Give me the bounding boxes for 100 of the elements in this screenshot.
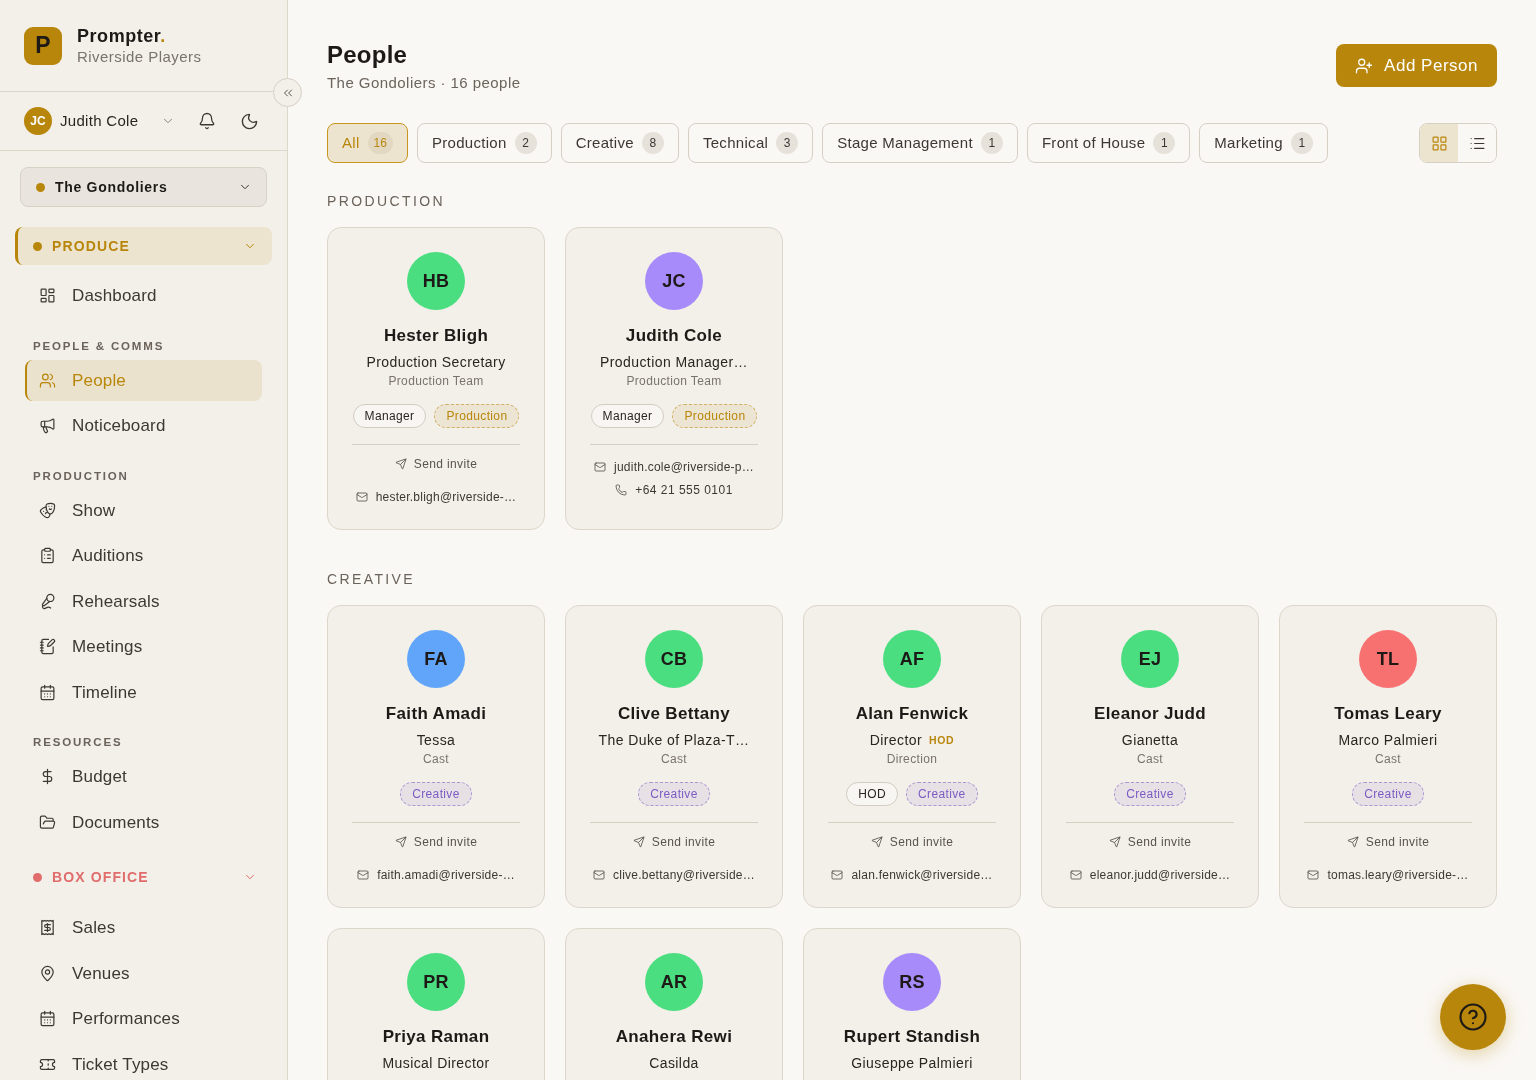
department-label: Cast — [1374, 751, 1402, 767]
nav-section-label: PRODUCTION — [32, 468, 130, 484]
person-role: Casilda — [649, 1054, 699, 1072]
nav-item[interactable]: Venues — [25, 952, 262, 994]
person-name: Anahera Rewi — [615, 1026, 733, 1048]
person-card[interactable]: EJ Eleanor Judd Gianetta Cast Creative Send invite eleanor.judd@riverside… — [1041, 605, 1259, 908]
send-invite-button[interactable]: Send invite — [394, 832, 478, 852]
help-button[interactable] — [1440, 984, 1506, 1050]
grid-icon — [1430, 134, 1448, 152]
person-card[interactable]: AR Anahera Rewi Casilda — [565, 928, 783, 1080]
nav-item[interactable]: Auditions — [25, 535, 262, 577]
nav-item[interactable]: Show — [25, 489, 262, 531]
person-name: Hester Bligh — [383, 325, 489, 347]
filter-tab[interactable]: Production 2 — [416, 123, 552, 163]
department-tag: Creative — [906, 782, 978, 806]
department-tag: Creative — [400, 782, 472, 806]
person-card[interactable]: TL Tomas Leary Marco Palmieri Cast Creative Send invite tomas.leary@riverside-… — [1279, 605, 1497, 908]
bell-icon — [197, 112, 216, 130]
show-selector[interactable]: The Gondoliers — [20, 167, 267, 207]
user-menu[interactable]: JC Judith Cole — [24, 107, 180, 135]
users-icon — [39, 371, 56, 389]
role-tag: HOD — [846, 782, 899, 806]
department-label: Production Team — [626, 373, 722, 389]
person-role: Giuseppe Palmieri — [851, 1054, 973, 1072]
person-card[interactable]: JC Judith Cole Production Manager… Production Team Manager Production judith.cole@riverside-p… +64 21 555 0101 — [565, 227, 783, 530]
avatar: EJ — [1121, 630, 1179, 688]
clipboard-icon — [39, 547, 56, 565]
calendar-icon — [39, 683, 56, 701]
department-label: Production Team — [388, 373, 484, 389]
person-name: Tomas Leary — [1334, 703, 1442, 725]
send-invite-button[interactable]: Send invite — [394, 454, 478, 474]
email-address: tomas.leary@riverside-… — [1327, 867, 1469, 883]
hod-label: HOD — [929, 733, 955, 747]
notebook-pen-icon — [39, 638, 56, 656]
avatar: HB — [407, 252, 465, 310]
filter-tab[interactable]: Stage Management 1 — [822, 123, 1018, 163]
person-role: The Duke of Plaza-T… — [598, 731, 750, 749]
paper-plane-icon — [870, 836, 883, 848]
phone-number: +64 21 555 0101 — [635, 482, 733, 498]
nav-item[interactable]: Rehearsals — [25, 580, 262, 622]
department-tag: Production — [434, 404, 520, 428]
nav-item[interactable]: Sales — [25, 907, 262, 949]
person-role: Musical Director — [382, 1054, 490, 1072]
paper-plane-icon — [394, 458, 407, 470]
email-address: eleanor.judd@riverside… — [1089, 867, 1231, 883]
brand-name: Prompter. — [77, 24, 167, 47]
person-name: Alan Fenwick — [855, 703, 969, 725]
filter-tab[interactable]: Marketing 1 — [1199, 123, 1328, 163]
nav-item[interactable]: Budget — [25, 756, 262, 798]
moon-icon — [239, 111, 259, 131]
department-tag: Creative — [638, 782, 710, 806]
logo: P — [24, 26, 62, 65]
filter-tab[interactable]: Technical 3 — [687, 123, 814, 163]
person-name: Eleanor Judd — [1094, 703, 1206, 725]
person-name: Priya Raman — [382, 1026, 490, 1048]
filter-tab[interactable]: Creative 8 — [560, 123, 679, 163]
megaphone-icon — [39, 417, 56, 435]
count-badge: 1 — [980, 132, 1003, 154]
paper-plane-icon — [632, 836, 645, 848]
person-name: Rupert Standish — [843, 1026, 981, 1048]
department-tag: Creative — [1114, 782, 1186, 806]
envelope-icon — [593, 869, 605, 881]
person-card[interactable]: HB Hester Bligh Production Secretary Production Team Manager Production Send invite hester.bligh@riverside-… — [327, 227, 545, 530]
department-label: Cast — [422, 751, 450, 767]
person-card[interactable]: PR Priya Raman Musical Director — [327, 928, 545, 1080]
send-invite-button[interactable]: Send invite — [870, 832, 954, 852]
person-card[interactable]: RS Rupert Standish Giuseppe Palmieri — [803, 928, 1021, 1080]
person-card[interactable]: FA Faith Amadi Tessa Cast Creative Send invite faith.amadi@riverside-… — [327, 605, 545, 908]
person-name: Clive Bettany — [617, 703, 731, 725]
envelope-icon — [831, 869, 844, 881]
department-tag: Creative — [1352, 782, 1424, 806]
send-invite-button[interactable]: Send invite — [632, 832, 716, 852]
nav-item[interactable]: Ticket Types — [25, 1043, 262, 1080]
send-invite-button[interactable]: Send invite — [1346, 832, 1430, 852]
filter-tab[interactable]: Front of House 1 — [1026, 123, 1191, 163]
envelope-icon — [594, 461, 606, 473]
count-badge: 3 — [776, 132, 799, 154]
avatar: RS — [883, 953, 941, 1011]
role-tag: Manager — [590, 404, 665, 428]
nav-item[interactable]: Dashboard — [25, 275, 262, 317]
person-card[interactable]: AF Alan Fenwick Director HOD Direction HOD Creative Send invite alan.fenwick@riverside… — [803, 605, 1021, 908]
nav-item[interactable]: Noticeboard — [25, 405, 262, 447]
help-icon — [1458, 1002, 1488, 1032]
nav-item[interactable]: Meetings — [25, 626, 262, 668]
department-label: Direction — [886, 751, 938, 767]
nav-section-label: PEOPLE & COMMS — [32, 338, 166, 354]
department-tag: Production — [672, 404, 758, 428]
nav-item[interactable]: Timeline — [25, 671, 262, 713]
send-invite-button[interactable]: Send invite — [1108, 832, 1192, 852]
nav-item[interactable]: Performances — [25, 998, 262, 1040]
count-badge: 16 — [367, 132, 393, 154]
email-address: alan.fenwick@riverside… — [851, 867, 993, 883]
email-address: clive.bettany@riverside… — [613, 867, 755, 883]
nav-item[interactable]: Documents — [25, 801, 262, 843]
user-avatar: JC — [24, 107, 52, 135]
email-address: hester.bligh@riverside-… — [375, 489, 517, 505]
receipt-icon — [39, 919, 56, 937]
avatar: PR — [407, 953, 465, 1011]
person-card[interactable]: CB Clive Bettany The Duke of Plaza-T… Cast Creative Send invite clive.bettany@riverside… — [565, 605, 783, 908]
avatar: CB — [645, 630, 703, 688]
